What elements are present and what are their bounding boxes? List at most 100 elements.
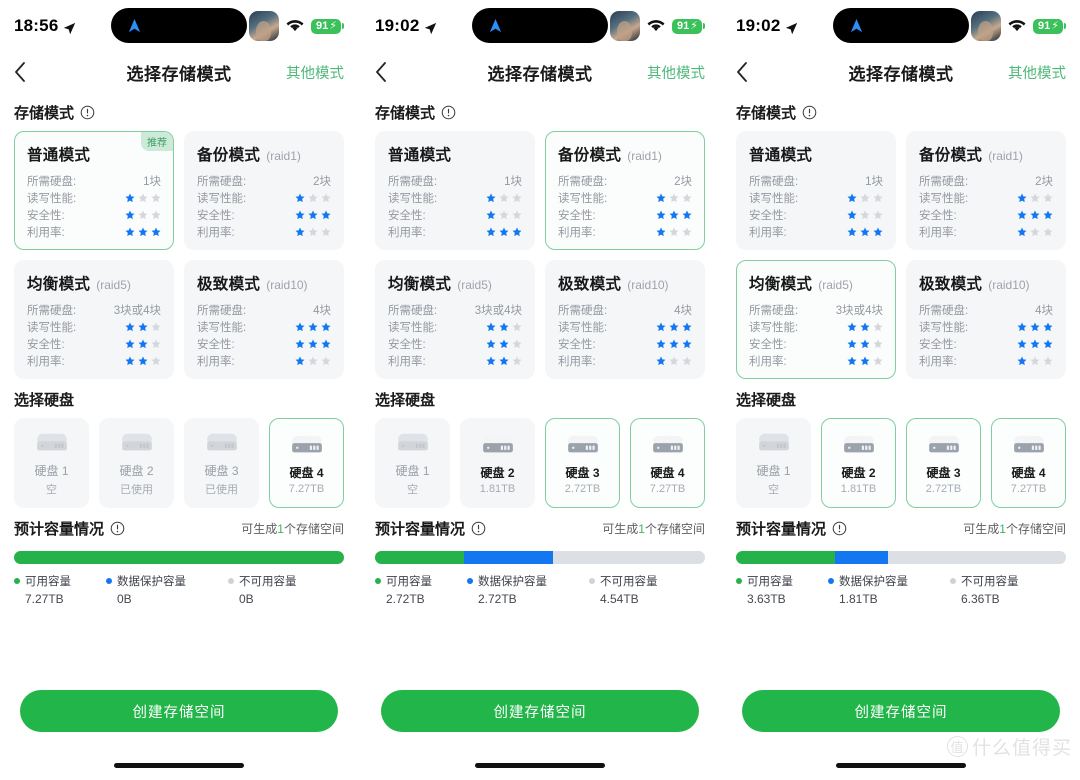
back-button[interactable] [736,62,748,82]
star-icon [321,227,331,236]
mode-card-2[interactable]: 均衡模式 (raid5) 所需硬盘: 3块或4块 读写性能: 安全性: 利用率: [14,260,174,379]
location-arrow-icon [425,22,437,34]
disks-required-value: 4块 [313,304,331,317]
info-icon[interactable] [802,105,817,120]
row-label: 安全性: [919,338,957,351]
disk-card-0[interactable]: 硬盘 1 空 [14,418,89,508]
disk-card-2[interactable]: 硬盘 3 2.72TB [906,418,981,508]
disk-card-3[interactable]: 硬盘 4 7.27TB [269,418,344,508]
info-icon[interactable] [471,521,486,536]
mode-card-1[interactable]: 备份模式 (raid1) 所需硬盘: 2块 读写性能: 安全性: 利用率: [906,131,1066,250]
star-icon [151,356,161,365]
row-label: 安全性: [27,338,65,351]
mode-row-readwrite: 读写性能: [27,189,161,206]
star-icon [1017,356,1027,365]
mode-card-3[interactable]: 极致模式 (raid10) 所需硬盘: 4块 读写性能: 安全性: 利用率: [906,260,1066,379]
star-icon [151,193,161,202]
row-label: 利用率: [27,355,65,368]
disk-status: 7.27TB [649,482,686,495]
mode-row-safety: 安全性: [388,206,522,223]
disk-card-3[interactable]: 硬盘 4 7.27TB [991,418,1066,508]
star-icon [847,356,857,365]
disk-name: 硬盘 3 [565,465,600,480]
mode-card-0[interactable]: 普通模式 所需硬盘: 1块 读写性能: 安全性: 利用率: [375,131,535,250]
row-label: 所需硬盘: [197,175,247,188]
disk-card-2[interactable]: 硬盘 3 已使用 [184,418,259,508]
mode-card-2[interactable]: 均衡模式 (raid5) 所需硬盘: 3块或4块 读写性能: 安全性: 利用率: [375,260,535,379]
back-button[interactable] [14,62,26,82]
section-title: 预计容量情况 [736,521,827,538]
star-icon [1043,339,1053,348]
mode-card-1[interactable]: 备份模式 (raid1) 所需硬盘: 2块 读写性能: 安全性: 利用率: [545,131,705,250]
row-label: 读写性能: [27,321,77,334]
usage-rating [1017,227,1053,237]
row-label: 安全性: [388,338,426,351]
disk-card-1[interactable]: 硬盘 2 1.81TB [460,418,535,508]
star-icon [1017,193,1027,202]
info-icon[interactable] [110,521,125,536]
mode-card-3[interactable]: 极致模式 (raid10) 所需硬盘: 4块 读写性能: 安全性: 利用率: [184,260,344,379]
row-label: 读写性能: [27,192,77,205]
star-icon [669,227,679,236]
other-modes-link[interactable]: 其他模式 [647,62,705,83]
disk-card-1[interactable]: 硬盘 2 1.81TB [821,418,896,508]
info-icon[interactable] [441,105,456,120]
usage-rating [847,227,883,237]
create-storage-button[interactable]: 创建存储空间 [742,690,1060,732]
row-label: 读写性能: [749,321,799,334]
disk-card-2[interactable]: 硬盘 3 2.72TB [545,418,620,508]
disk-card-0[interactable]: 硬盘 1 空 [736,418,811,508]
mode-row-usage: 利用率: [27,223,161,240]
info-icon [802,105,817,120]
create-storage-button[interactable]: 创建存储空间 [381,690,699,732]
mode-card-3[interactable]: 极致模式 (raid10) 所需硬盘: 4块 读写性能: 安全性: 利用率: [545,260,705,379]
other-modes-link[interactable]: 其他模式 [286,62,344,83]
star-icon [486,227,496,236]
rw-rating [1017,322,1053,332]
mode-card-2[interactable]: 均衡模式 (raid5) 所需硬盘: 3块或4块 读写性能: 安全性: 利用率: [736,260,896,379]
mode-row-readwrite: 读写性能: [558,189,692,206]
create-storage-button[interactable]: 创建存储空间 [20,690,338,732]
safety-rating [656,339,692,349]
disks-required-value: 2块 [674,175,692,188]
row-label: 读写性能: [388,321,438,334]
disk-card-3[interactable]: 硬盘 4 7.27TB [630,418,705,508]
home-indicator [836,763,966,768]
disk-card-0[interactable]: 硬盘 1 空 [375,418,450,508]
disk-status: 已使用 [120,483,153,496]
mode-card-0[interactable]: 普通模式 所需硬盘: 1块 读写性能: 安全性: 利用率: [736,131,896,250]
info-icon[interactable] [832,521,847,536]
row-label: 利用率: [197,355,235,368]
mode-card-0[interactable]: 推荐 普通模式 所需硬盘: 1块 读写性能: 安全性: 利用率: [14,131,174,250]
rw-rating [656,193,692,203]
info-icon[interactable] [80,105,95,120]
legend-label: 不可用容量 [961,576,1019,588]
status-right-group: 91 ⚡ [971,11,1066,41]
rw-rating [125,322,161,332]
star-icon [321,193,331,202]
disk-status: 7.27TB [288,482,325,495]
storage-mode-heading: 存储模式 [0,92,358,131]
row-label: 利用率: [919,226,957,239]
space-count-note: 可生成1个存储空间 [602,520,705,537]
legend-label: 数据保护容量 [478,576,547,588]
star-icon [682,227,692,236]
star-icon [656,210,666,219]
row-label: 所需硬盘: [388,175,438,188]
home-indicator [475,763,605,768]
navigation-triangle-icon [128,18,141,33]
disk-card-1[interactable]: 硬盘 2 已使用 [99,418,174,508]
star-icon [656,322,666,331]
star-icon [1017,339,1027,348]
mode-card-header: 极致模式 (raid10) [558,272,692,294]
mode-row-readwrite: 读写性能: [749,189,883,206]
star-icon [486,322,496,331]
mode-name: 普通模式 [27,147,91,164]
mode-card-1[interactable]: 备份模式 (raid1) 所需硬盘: 2块 读写性能: 安全性: 利用率: [184,131,344,250]
row-label: 安全性: [388,209,426,222]
back-button[interactable] [375,62,387,82]
other-modes-link[interactable]: 其他模式 [1008,62,1066,83]
legend-protected: 数据保护容量 2.72TB [467,573,589,606]
dynamic-island [833,8,969,43]
disk-name: 硬盘 3 [204,463,239,478]
